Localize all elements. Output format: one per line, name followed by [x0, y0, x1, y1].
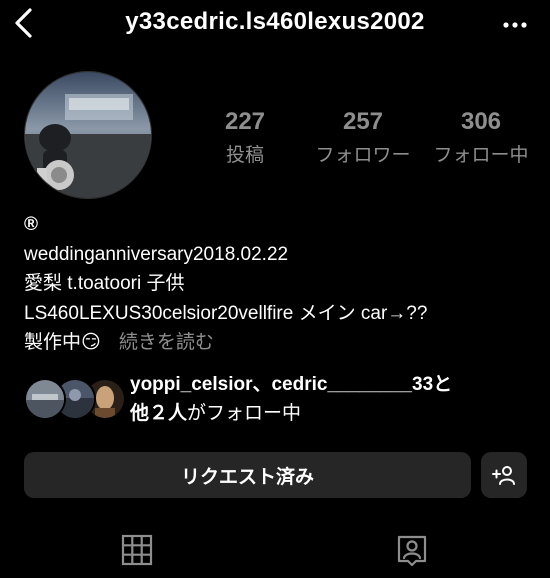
profile-username: y33cedric.ls460lexus2002	[125, 8, 425, 35]
bio-name: ®	[24, 214, 38, 235]
bio-line: weddinganniversary2018.02.22	[24, 243, 289, 265]
followed-by-names: yoppi_celsior、cedric________33と	[130, 374, 453, 395]
tab-tagged[interactable]	[395, 533, 429, 567]
followers-label: フォロワー	[315, 145, 411, 166]
profile-header: y33cedric.ls460lexus2002	[0, 0, 550, 50]
followed-by-text: yoppi_celsior、cedric________33と 他２人がフォロー…	[130, 370, 452, 428]
add-user-icon	[492, 466, 515, 485]
following-label: フォロー中	[433, 145, 529, 166]
tab-posts-grid[interactable]	[120, 533, 154, 567]
followed-by-summary: 他２人がフォロー中	[130, 399, 452, 428]
bio-line: 愛梨 t.toatoori 子供	[24, 273, 185, 294]
add-user-button[interactable]	[481, 452, 527, 498]
following-count: 306	[460, 108, 502, 135]
request-sent-label: リクエスト済み	[180, 466, 314, 488]
followers-stat[interactable]: 257 フォロワー	[307, 108, 419, 167]
bio-line: LS460LEXUS30celsior20vellfire メイン car→??	[24, 302, 428, 324]
profile-bio: ® weddinganniversary2018.02.22 愛梨 t.toat…	[24, 210, 534, 358]
more-options-button[interactable]	[498, 8, 532, 42]
following-stat[interactable]: 306 フォロー中	[426, 108, 536, 167]
request-sent-button[interactable]: リクエスト済み	[24, 452, 471, 498]
grid-icon	[121, 534, 153, 566]
more-horizontal-icon	[503, 22, 527, 28]
profile-avatar[interactable]	[24, 71, 152, 199]
posts-stat[interactable]: 227 投稿	[214, 108, 276, 167]
bio-line: 製作中😏	[24, 332, 101, 353]
posts-count: 227	[224, 108, 266, 135]
followed-by-count: 他２人	[130, 403, 188, 424]
follower-avatar	[24, 378, 66, 420]
followed-by-section[interactable]: yoppi_celsior、cedric________33と 他２人がフォロー…	[24, 370, 534, 430]
bio-line-last: 製作中😏 続きを読む	[24, 328, 534, 358]
avatar-photo	[25, 72, 151, 198]
tagged-user-icon	[397, 535, 427, 567]
profile-tabs	[0, 525, 550, 578]
followers-count: 257	[342, 108, 384, 135]
followed-by-tail: がフォロー中	[187, 403, 302, 424]
posts-label: 投稿	[225, 145, 264, 166]
read-more-link[interactable]: 続きを読む	[119, 332, 214, 353]
